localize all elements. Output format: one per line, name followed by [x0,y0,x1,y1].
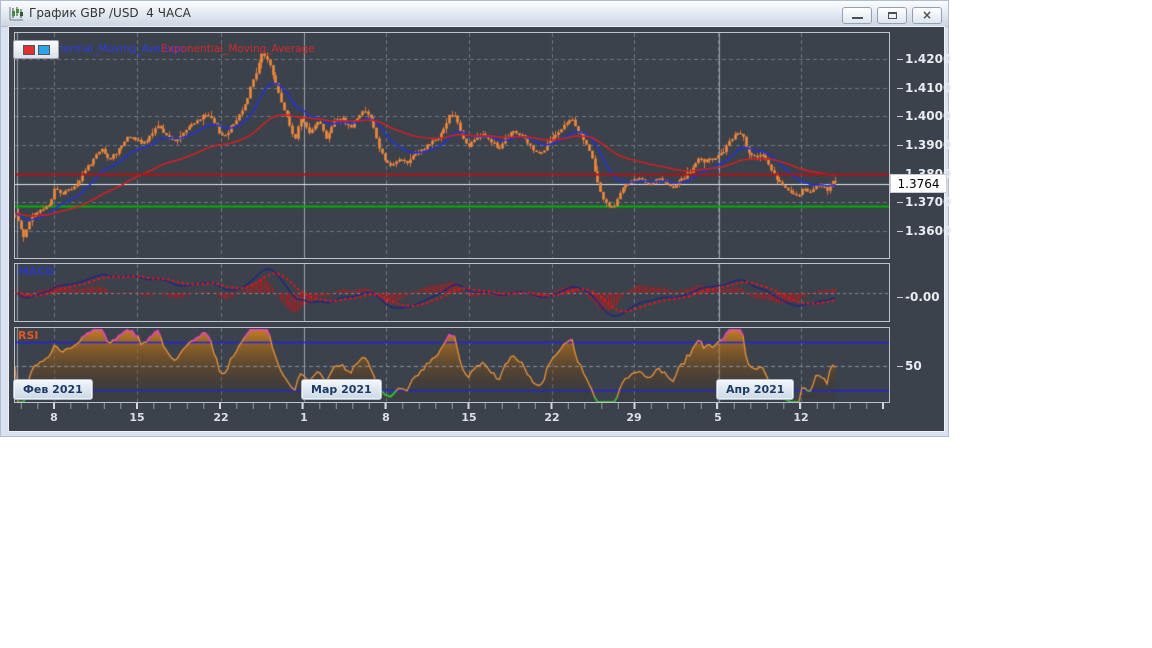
restore-icon [888,12,897,19]
title-bar[interactable]: График GBP /USD 4 ЧАСА × [1,1,948,27]
price-tick: 1.3600 [897,224,952,238]
time-tick: 29 [626,411,642,424]
month-label-feb: Фев 2021 [13,379,93,400]
current-price-badge: 1.3764 [890,174,947,193]
time-tick: 12 [793,411,809,424]
close-button[interactable]: × [912,7,942,24]
time-tick: 8 [382,411,390,424]
minimize-button[interactable] [842,7,872,24]
price-chart-panel [14,32,890,259]
indicator-buttons-box [13,40,59,59]
time-axis-tick-strip [15,403,889,409]
time-tick: 8 [50,411,58,424]
price-tick: 1.4000 [897,109,952,123]
price-tick: 1.3700 [897,195,952,209]
close-icon: × [921,8,933,22]
candlestick-chart-icon [9,7,23,21]
time-tick: 15 [461,411,477,424]
page: График GBP /USD 4 ЧАСА × Exponential_Mov… [0,0,1152,648]
price-tick: 1.4100 [897,81,952,95]
price-tick: 1.3900 [897,138,952,152]
restore-button[interactable] [877,7,907,24]
time-tick: 5 [714,411,722,424]
blue-indicator-button[interactable] [37,44,50,55]
legend-ema-slow-label: Exponential_Moving_Average [161,43,315,55]
chart-client-area: Exponential_Moving_Average Exponential_M… [8,26,951,432]
rsi-label: RSI [18,329,39,342]
time-tick: 22 [544,411,560,424]
macd-canvas[interactable] [15,264,889,321]
macd-axis-value: -0.00 [897,290,951,304]
time-tick: 15 [129,411,145,424]
minimize-icon [852,17,863,19]
rsi-axis-value: 50 [897,359,951,373]
price-tick: 1.4200 [897,52,952,66]
macd-panel: MACD [14,263,890,322]
time-tick: 1 [300,411,308,424]
month-label-apr: Апр 2021 [716,379,795,400]
red-indicator-button[interactable] [22,44,35,55]
month-label-mar: Мар 2021 [301,379,382,400]
chart-window: График GBP /USD 4 ЧАСА × Exponential_Mov… [0,0,951,437]
price-chart-canvas[interactable] [15,33,889,258]
time-tick: 22 [213,411,229,424]
window-title: График GBP /USD 4 ЧАСА [29,6,191,20]
macd-label: MACD [18,265,55,278]
